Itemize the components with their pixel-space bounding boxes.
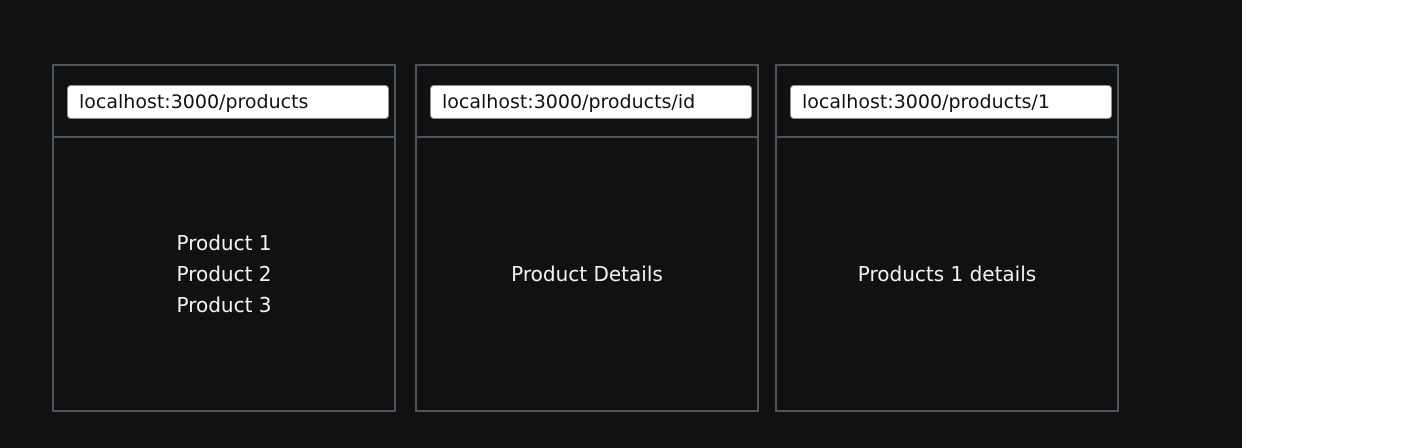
product-list: Product 1 Product 2 Product 3 [176, 228, 271, 321]
product-list-item: Product 2 [176, 261, 272, 286]
blank-margin [1242, 0, 1402, 448]
page-text: Product Details [511, 261, 663, 286]
url-input[interactable]: localhost:3000/products/1 [790, 85, 1112, 119]
browser-window-products-list: localhost:3000/products Product 1 Produc… [52, 64, 396, 412]
page-content: Product 1 Product 2 Product 3 [54, 138, 394, 410]
slide-canvas: localhost:3000/products Product 1 Produc… [0, 0, 1242, 448]
browser-window-product-1-details: localhost:3000/products/1 Products 1 det… [775, 64, 1119, 412]
product-list-item: Product 1 [176, 230, 272, 255]
url-input[interactable]: localhost:3000/products [67, 85, 389, 119]
page-text: Products 1 details [857, 261, 1037, 286]
address-bar: localhost:3000/products [54, 66, 394, 138]
product-list-item: Product 3 [176, 292, 272, 317]
address-bar: localhost:3000/products/id [417, 66, 757, 138]
address-bar: localhost:3000/products/1 [777, 66, 1117, 138]
page-content: Products 1 details [777, 138, 1117, 410]
page-content: Product Details [417, 138, 757, 410]
browser-window-product-details: localhost:3000/products/id Product Detai… [415, 64, 759, 412]
url-input[interactable]: localhost:3000/products/id [430, 85, 752, 119]
